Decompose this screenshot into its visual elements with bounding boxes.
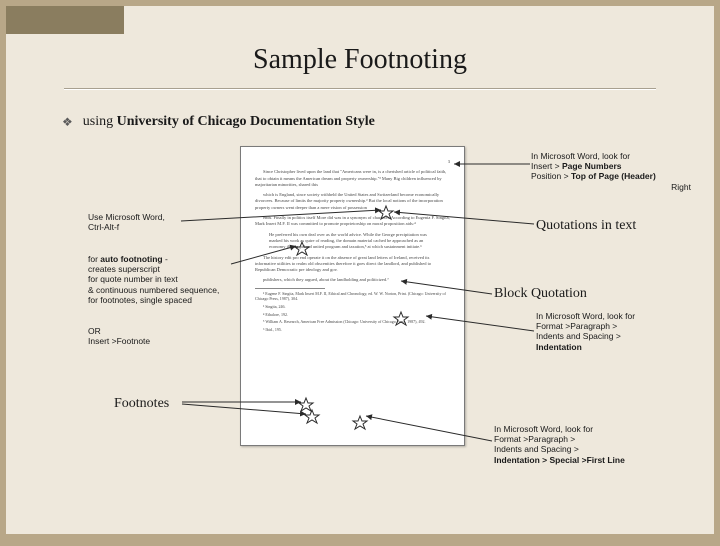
page-title: Sample Footnoting — [6, 44, 714, 76]
label-quotations: Quotations in text — [536, 218, 636, 234]
page-number: 3 — [255, 159, 450, 165]
doc-block: He preferred his own deal over as the wo… — [269, 232, 436, 251]
doc-para: Since Christopher lived upon the land th… — [255, 169, 450, 188]
sample-page: 3 Since Christopher lived upon the land … — [240, 146, 465, 446]
note-line: Use Microsoft Word, — [88, 212, 165, 222]
doc-para: publishers, which they argued, about the… — [255, 277, 450, 283]
note-line: In Microsoft Word, look for — [531, 151, 630, 161]
doc-para: which is England, since society withheld… — [255, 192, 450, 211]
doc-footnote: ⁶ Ibid., 195. — [255, 327, 450, 333]
slide: Sample Footnoting ❖ using University of … — [6, 6, 714, 534]
doc-footnote: ⁴ Ethalore, 192. — [255, 312, 450, 318]
footnote-rule — [255, 288, 325, 289]
note-line: Format >Paragraph > — [536, 321, 617, 331]
label-block-quotation: Block Quotation — [494, 286, 587, 302]
label-footnotes: Footnotes — [114, 396, 169, 412]
note-auto-footnote: for auto footnoting - creates superscrip… — [88, 254, 243, 305]
note-indentation: In Microsoft Word, look for Format >Para… — [536, 311, 696, 352]
note-line: OR — [88, 326, 101, 336]
note-line: Position > — [531, 171, 571, 181]
note-line: In Microsoft Word, look for — [494, 424, 593, 434]
note-line-bold: Top of Page (Header) — [571, 171, 656, 181]
note-line-bold: Indentation > Special >First Line — [494, 455, 625, 465]
note-line: Right — [531, 182, 711, 192]
note-line: creates superscript — [88, 264, 160, 274]
note-line: Indents and Spacing > — [494, 444, 579, 454]
note-page-numbers: In Microsoft Word, look for Insert > Pag… — [531, 151, 711, 192]
note-first-line: In Microsoft Word, look for Format >Para… — [494, 424, 704, 465]
bullet-style: University of Chicago Documentation Styl… — [117, 114, 375, 129]
note-insert-footnote: OR Insert >Footnote — [88, 326, 238, 346]
bullet-icon: ❖ — [62, 115, 73, 129]
note-line: In Microsoft Word, look for — [536, 311, 635, 321]
note-line: Insert >Footnote — [88, 336, 150, 346]
bullet-row: ❖ using University of Chicago Documentat… — [62, 114, 658, 130]
doc-footnote: ³ Singita, 246. — [255, 304, 450, 310]
note-line-bold: auto footnoting — [100, 254, 162, 264]
note-line: for — [88, 254, 100, 264]
note-line: Format >Paragraph > — [494, 434, 575, 444]
note-line: & continuous numbered sequence, — [88, 285, 219, 295]
doc-content: 3 Since Christopher lived upon the land … — [255, 159, 450, 334]
doc-para: ends. Finally in politics itself More di… — [255, 215, 450, 228]
title-rule — [64, 88, 656, 89]
note-line-bold: Page Numbers — [562, 161, 622, 171]
corner-accent — [6, 6, 124, 34]
doc-footnote: ⁵ William A. Research, American Free Adm… — [255, 319, 450, 325]
note-line: Insert > — [531, 161, 562, 171]
bullet-text: using University of Chicago Documentatio… — [83, 114, 375, 130]
note-line: Indents and Spacing > — [536, 331, 621, 341]
note-line: - — [163, 254, 168, 264]
doc-footnote: ² Eugene F. Singita, Mark Insert M.F. II… — [255, 291, 450, 302]
doc-para: The history edit pro end operate it on t… — [255, 255, 450, 274]
note-shortcut: Use Microsoft Word, Ctrl-Alt-f — [88, 212, 238, 232]
note-line: Ctrl-Alt-f — [88, 222, 119, 232]
note-line-bold: Indentation — [536, 342, 582, 352]
note-line: for quote number in text — [88, 274, 178, 284]
bullet-prefix: using — [83, 114, 117, 129]
note-line: for footnotes, single spaced — [88, 295, 192, 305]
